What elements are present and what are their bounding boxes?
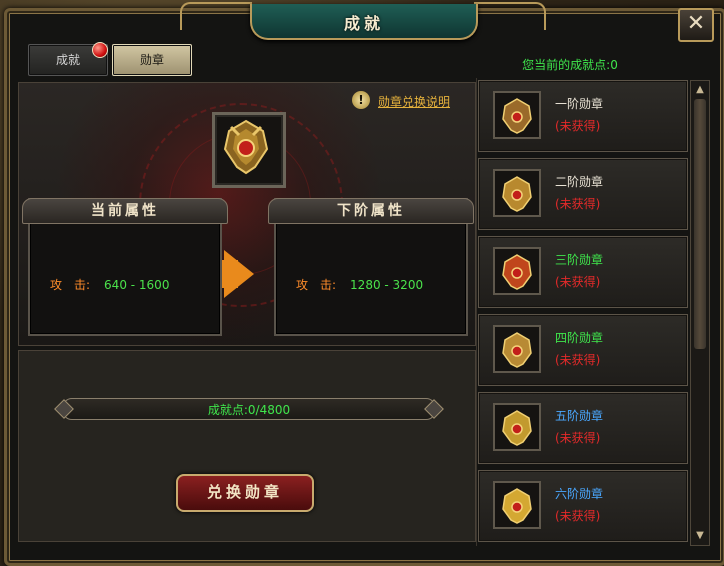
progress-text: 成就点:0/4800	[207, 403, 291, 417]
medal-status: (未获得)	[555, 431, 601, 445]
medal-name: 三阶勋章	[555, 253, 604, 267]
medal-tier5-icon	[493, 403, 541, 451]
medal-status: (未获得)	[555, 197, 601, 211]
medal-list-item[interactable]: 三阶勋章 (未获得)	[478, 236, 688, 308]
current-attribute-header: 当前属性	[22, 198, 228, 224]
medal-name: 五阶勋章	[555, 409, 604, 423]
medal-status: (未获得)	[555, 509, 601, 523]
next-attack-value: 1280 - 3200	[350, 278, 424, 292]
title-plate: 成就	[250, 4, 478, 40]
medal-tier4-icon	[493, 325, 541, 373]
title-ornament-right	[474, 2, 546, 30]
medal-name: 四阶勋章	[555, 331, 604, 345]
close-icon: ✕	[686, 11, 706, 36]
achievement-points-label: 您当前的成就点:0	[522, 58, 618, 72]
arrow-right-icon	[224, 250, 254, 298]
medal-name: 一阶勋章	[555, 97, 604, 111]
title-ornament-left	[180, 2, 252, 30]
medal-tier6-icon	[493, 481, 541, 529]
next-attack-row: 攻 击: 1280 - 3200	[296, 276, 423, 293]
medal-list-item[interactable]: 六阶勋章 (未获得)	[478, 470, 688, 542]
next-attribute-header: 下阶属性	[268, 198, 474, 224]
medal-list-item[interactable]: 一阶勋章 (未获得)	[478, 80, 688, 152]
current-medal-slot	[212, 112, 286, 188]
exchange-panel	[18, 350, 476, 542]
medal-list-item[interactable]: 五阶勋章 (未获得)	[478, 392, 688, 464]
exchange-medal-button[interactable]: 兑换勋章	[176, 474, 314, 512]
medal-status: (未获得)	[555, 353, 601, 367]
medal-name: 二阶勋章	[555, 175, 604, 189]
achievement-progress-bar: 成就点:0/4800	[54, 398, 444, 420]
close-button[interactable]: ✕	[678, 8, 714, 42]
medal-status: (未获得)	[555, 275, 601, 289]
medal-list-scrollbar[interactable]: ▲ ▼	[690, 80, 710, 546]
medal-tier2-icon	[493, 169, 541, 217]
exclamation-icon[interactable]: !	[352, 91, 370, 109]
medal-list-item[interactable]: 二阶勋章 (未获得)	[478, 158, 688, 230]
next-attribute-box: 下阶属性 攻 击: 1280 - 3200	[268, 198, 474, 336]
medal-list-item[interactable]: 四阶勋章 (未获得)	[478, 314, 688, 386]
window-title: 成就	[343, 14, 384, 33]
scroll-up-icon[interactable]: ▲	[693, 83, 707, 97]
scroll-down-icon[interactable]: ▼	[693, 529, 707, 543]
current-attack-value: 640 - 1600	[104, 278, 170, 292]
medal-emblem-icon	[223, 119, 269, 175]
current-attribute-box: 当前属性 攻 击: 640 - 1600	[22, 198, 228, 336]
medal-tier1-icon	[493, 91, 541, 139]
scroll-thumb[interactable]	[694, 99, 706, 349]
medal-status: (未获得)	[555, 119, 601, 133]
medal-name: 六阶勋章	[555, 487, 604, 501]
attack-label: 攻 击:	[296, 278, 337, 292]
medal-exchange-help-link[interactable]: 勋章兑换说明	[378, 93, 450, 110]
medal-tier3-icon	[493, 247, 541, 295]
current-attack-row: 攻 击: 640 - 1600	[50, 276, 169, 293]
notification-dot-icon	[92, 42, 108, 58]
attack-label: 攻 击:	[50, 278, 91, 292]
tab-medal[interactable]: 勋章	[112, 44, 192, 76]
